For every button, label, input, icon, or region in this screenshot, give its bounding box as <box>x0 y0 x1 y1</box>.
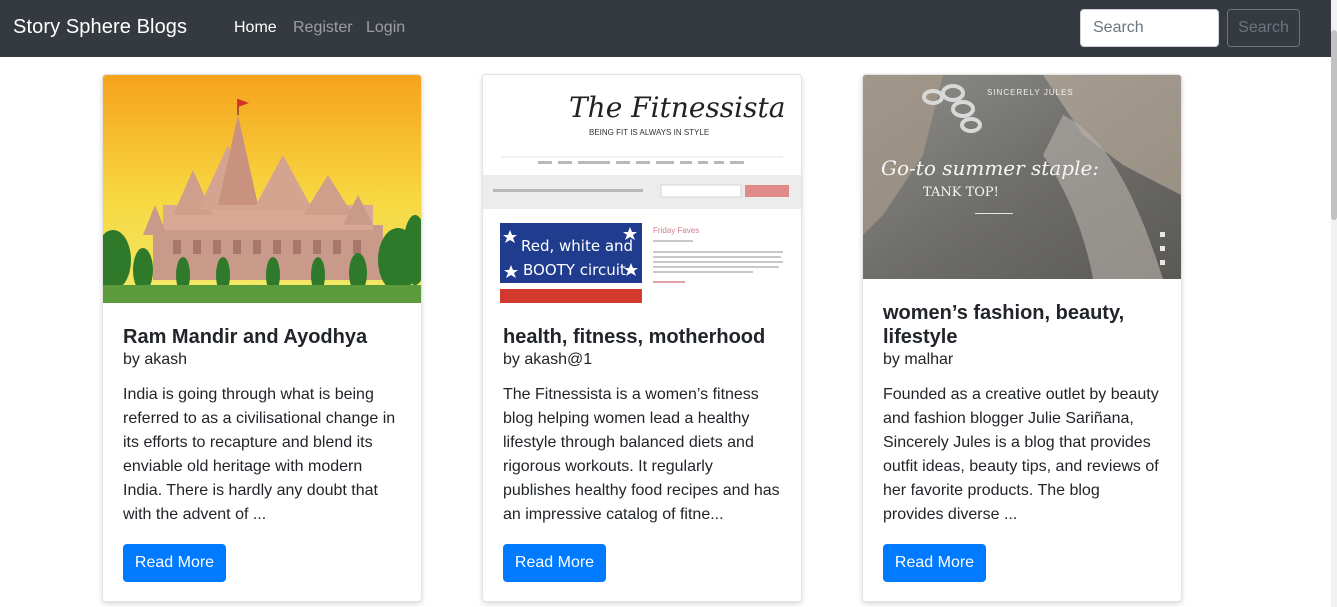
banner-line2: BOOTY circuit <box>523 261 626 279</box>
card-title[interactable]: health, fitness, motherhood <box>503 325 783 349</box>
search-input[interactable] <box>1080 9 1219 47</box>
fitness-blog-image: The Fitnessista BEING FIT IS ALWAYS IN S… <box>483 75 801 303</box>
brand-logo[interactable]: Story Sphere Blogs <box>13 16 187 39</box>
banner-line1: Red, white and <box>521 237 633 255</box>
image-caption-text: TANK TOP! <box>923 185 999 200</box>
card-author: by malhar <box>883 351 954 368</box>
nav-login[interactable]: Login <box>366 19 405 37</box>
card-author: by akash@1 <box>503 351 593 368</box>
logo-text: The Fitnessista <box>569 91 785 124</box>
image-script-text: Go-to summer staple: <box>881 156 1099 180</box>
nav-register[interactable]: Register <box>293 19 353 37</box>
card-excerpt: Founded as a creative outlet by beauty a… <box>883 386 1159 523</box>
card-title[interactable]: Ram Mandir and Ayodhya <box>123 325 403 349</box>
top-navbar: Story Sphere Blogs Home Register Login S… <box>0 0 1337 57</box>
card-author: by akash <box>123 351 188 368</box>
nav-home[interactable]: Home <box>234 19 277 37</box>
search-button[interactable]: Search <box>1227 9 1300 47</box>
page-scrollbar[interactable] <box>1331 0 1337 607</box>
card-excerpt: The Fitnessista is a women’s fitness blo… <box>503 386 780 523</box>
read-more-button[interactable]: Read More <box>883 544 986 582</box>
read-more-button[interactable]: Read More <box>503 544 606 582</box>
read-more-button[interactable]: Read More <box>123 544 226 582</box>
temple-image <box>103 75 421 303</box>
card-excerpt: India is going through what is being ref… <box>123 386 396 523</box>
scrollbar-thumb[interactable] <box>1331 30 1337 220</box>
post-title-text: Friday Faves <box>653 226 699 235</box>
image-header-text: SINCERELY JULES <box>987 88 1074 97</box>
tagline-text: BEING FIT IS ALWAYS IN STYLE <box>589 128 709 137</box>
blog-card: SINCERELY JULES Go-to summer staple: TAN… <box>862 74 1182 602</box>
fashion-image: SINCERELY JULES Go-to summer staple: TAN… <box>863 75 1181 279</box>
blog-card: The Fitnessista BEING FIT IS ALWAYS IN S… <box>482 74 802 602</box>
card-title[interactable]: women’s fashion, beauty, lifestyle <box>883 301 1163 349</box>
blog-card: Ram Mandir and Ayodhya by akash India is… <box>102 74 422 602</box>
